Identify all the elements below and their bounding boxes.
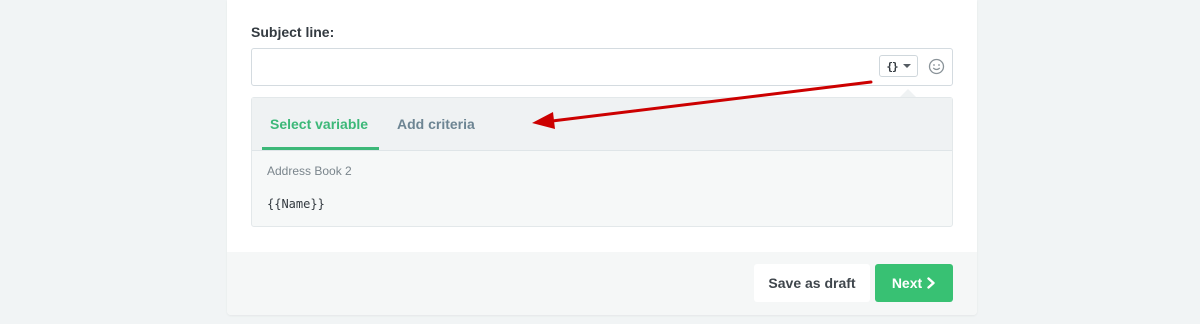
dropdown-tabs: Select variable Add criteria: [252, 98, 952, 151]
smiley-icon[interactable]: [928, 58, 945, 75]
campaign-settings-card: Subject line: {} Select variable Add cri…: [227, 0, 977, 315]
braces-icon: {}: [886, 59, 898, 73]
subject-line-label: Subject line:: [251, 24, 335, 40]
form-footer: Save as draft Next: [227, 252, 977, 315]
variable-item-name[interactable]: {{Name}}: [267, 197, 325, 211]
active-tab-indicator: [262, 147, 379, 150]
dropdown-pointer: [900, 89, 916, 97]
variable-dropdown: Select variable Add criteria Address Boo…: [251, 97, 953, 227]
tab-add-criteria[interactable]: Add criteria: [397, 98, 475, 151]
next-button-label: Next: [891, 275, 923, 291]
next-button[interactable]: Next: [875, 264, 953, 302]
insert-variable-button[interactable]: {}: [879, 55, 918, 77]
chevron-right-icon: [927, 277, 935, 289]
subject-line-input[interactable]: [251, 48, 953, 86]
caret-down-icon: [902, 64, 911, 68]
save-as-draft-button[interactable]: Save as draft: [754, 264, 870, 302]
tab-select-variable[interactable]: Select variable: [270, 98, 368, 151]
address-book-label: Address Book 2: [267, 164, 352, 178]
